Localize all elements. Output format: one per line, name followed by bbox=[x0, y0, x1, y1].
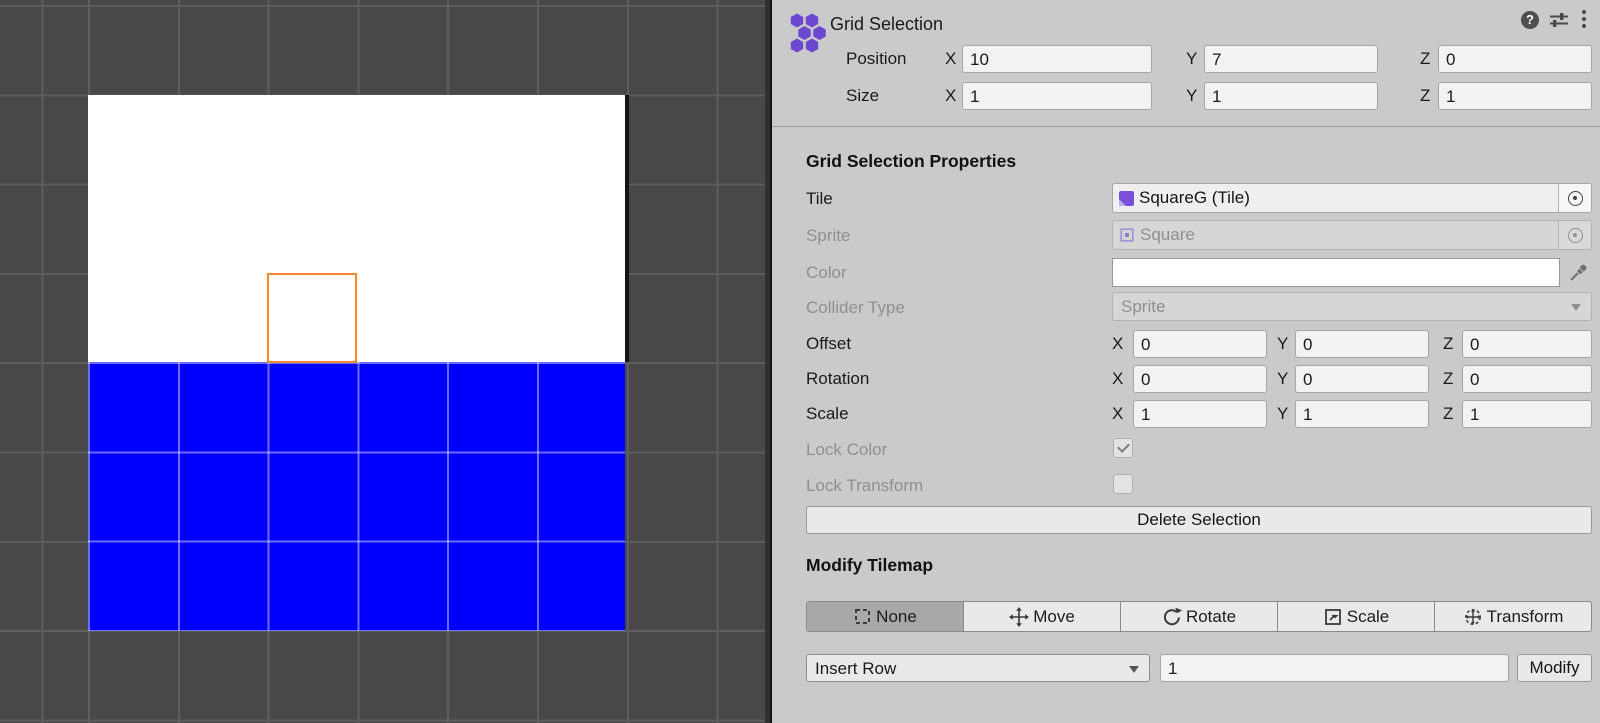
sprite-object-field: Square bbox=[1112, 220, 1592, 250]
lock-transform-label: Lock Transform bbox=[806, 472, 923, 500]
scale-icon bbox=[1323, 607, 1343, 627]
collider-type-dropdown: Sprite bbox=[1112, 292, 1592, 321]
dropdown-arrow-icon bbox=[1571, 304, 1581, 311]
tile-label: Tile bbox=[806, 185, 833, 213]
presets-icon[interactable] bbox=[1548, 11, 1570, 29]
rotation-y-label: Y bbox=[1277, 365, 1288, 393]
blue-tile-region[interactable] bbox=[88, 362, 625, 631]
scale-x-input[interactable]: 1 bbox=[1133, 400, 1267, 428]
grid-selection-outline bbox=[267, 273, 357, 363]
dropdown-arrow-icon bbox=[1129, 666, 1139, 673]
position-z-label: Z bbox=[1420, 45, 1430, 73]
sprite-label: Sprite bbox=[806, 222, 850, 250]
modify-action-dropdown[interactable]: Insert Row bbox=[806, 654, 1150, 682]
size-y-input[interactable]: 1 bbox=[1204, 82, 1378, 110]
rotation-z-label: Z bbox=[1443, 365, 1453, 393]
move-icon bbox=[1009, 607, 1029, 627]
help-icon[interactable]: ? bbox=[1521, 11, 1539, 29]
marquee-none-icon bbox=[853, 608, 872, 625]
eyedropper-icon[interactable] bbox=[1568, 261, 1590, 283]
sprite-asset-icon bbox=[1119, 227, 1135, 243]
offset-y-label: Y bbox=[1277, 330, 1288, 358]
color-swatch bbox=[1112, 258, 1560, 287]
position-label: Position bbox=[846, 45, 906, 73]
lock-color-checkbox[interactable] bbox=[1113, 438, 1133, 458]
scale-x-label: X bbox=[1112, 400, 1123, 428]
offset-x-label: X bbox=[1112, 330, 1123, 358]
panel-title: Grid Selection bbox=[830, 10, 943, 38]
properties-heading: Grid Selection Properties bbox=[806, 151, 1016, 172]
tool-scale-button[interactable]: Scale bbox=[1277, 602, 1434, 631]
collider-type-label: Collider Type bbox=[806, 294, 905, 322]
tile-asset-icon bbox=[1119, 191, 1134, 206]
color-label: Color bbox=[806, 259, 847, 287]
header-separator bbox=[772, 126, 1600, 127]
lock-transform-checkbox[interactable] bbox=[1113, 474, 1133, 494]
position-y-label: Y bbox=[1186, 45, 1197, 73]
object-picker-icon bbox=[1568, 228, 1583, 243]
position-z-input[interactable]: 0 bbox=[1438, 45, 1592, 73]
size-x-input[interactable]: 1 bbox=[962, 82, 1152, 110]
tool-rotate-button[interactable]: Rotate bbox=[1120, 602, 1277, 631]
scene-view[interactable] bbox=[0, 0, 765, 723]
position-x-input[interactable]: 10 bbox=[962, 45, 1152, 73]
offset-z-input[interactable]: 0 bbox=[1462, 330, 1592, 358]
size-z-input[interactable]: 1 bbox=[1438, 82, 1592, 110]
modify-button[interactable]: Modify bbox=[1517, 654, 1592, 682]
grid-selection-inspector: Grid Selection ? Position X 10 Y 7 Z 0 S… bbox=[772, 0, 1600, 723]
grid-brush-icon bbox=[784, 12, 826, 58]
tile-object-field[interactable]: SquareG (Tile) bbox=[1112, 183, 1592, 213]
panel-divider bbox=[765, 0, 772, 723]
offset-y-input[interactable]: 0 bbox=[1295, 330, 1429, 358]
scale-y-input[interactable]: 1 bbox=[1295, 400, 1429, 428]
rotation-label: Rotation bbox=[806, 365, 869, 393]
sprite-object-picker bbox=[1558, 221, 1591, 249]
modify-toolbar: None Move Rotate bbox=[806, 601, 1592, 632]
delete-selection-button[interactable]: Delete Selection bbox=[806, 506, 1592, 534]
size-z-label: Z bbox=[1420, 82, 1430, 110]
position-x-label: X bbox=[945, 45, 956, 73]
rotate-icon bbox=[1162, 607, 1182, 627]
rotation-z-input[interactable]: 0 bbox=[1462, 365, 1592, 393]
size-label: Size bbox=[846, 82, 879, 110]
position-y-input[interactable]: 7 bbox=[1204, 45, 1378, 73]
scale-label: Scale bbox=[806, 400, 849, 428]
offset-label: Offset bbox=[806, 330, 851, 358]
tile-object-picker[interactable] bbox=[1558, 184, 1591, 212]
object-picker-icon bbox=[1568, 191, 1583, 206]
kebab-menu-icon[interactable] bbox=[1582, 10, 1586, 28]
scale-z-label: Z bbox=[1443, 400, 1453, 428]
lock-color-label: Lock Color bbox=[806, 436, 887, 464]
unity-editor: Grid Selection ? Position X 10 Y 7 Z 0 S… bbox=[0, 0, 1600, 723]
rotation-x-label: X bbox=[1112, 365, 1123, 393]
rotation-y-input[interactable]: 0 bbox=[1295, 365, 1429, 393]
scale-y-label: Y bbox=[1277, 400, 1288, 428]
rotation-x-input[interactable]: 0 bbox=[1133, 365, 1267, 393]
size-y-label: Y bbox=[1186, 82, 1197, 110]
offset-z-label: Z bbox=[1443, 330, 1453, 358]
offset-x-input[interactable]: 0 bbox=[1133, 330, 1267, 358]
tool-transform-button[interactable]: Transform bbox=[1434, 602, 1591, 631]
scale-z-input[interactable]: 1 bbox=[1462, 400, 1592, 428]
transform-icon bbox=[1463, 607, 1483, 627]
modify-count-input[interactable]: 1 bbox=[1160, 654, 1509, 682]
size-x-label: X bbox=[945, 82, 956, 110]
tool-none-button[interactable]: None bbox=[807, 602, 963, 631]
tool-move-button[interactable]: Move bbox=[963, 602, 1120, 631]
modify-tilemap-heading: Modify Tilemap bbox=[806, 555, 933, 576]
